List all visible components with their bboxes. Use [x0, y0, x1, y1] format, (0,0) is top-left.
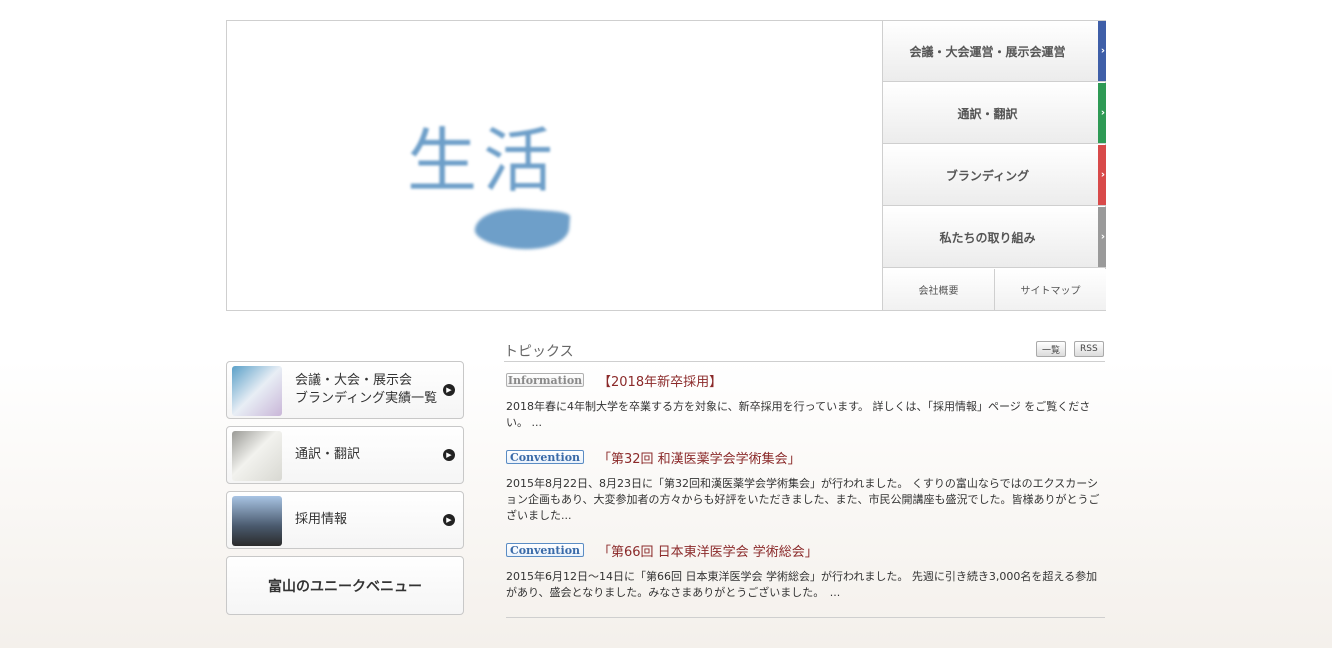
sitemap-link[interactable]: サイトマップ	[994, 269, 1106, 310]
category-badge: Convention	[506, 543, 584, 557]
play-icon: ▶	[443, 449, 455, 461]
rss-button[interactable]: RSS	[1074, 341, 1104, 357]
nav-sub-links: 会社概要 サイトマップ	[883, 269, 1106, 310]
hero-banner: 生活 会議・大会運営・展示会運営 › 通訳・翻訳 › ブランディング › 私たち…	[226, 20, 1106, 311]
translation-button[interactable]: 通訳・翻訳 ▶	[226, 426, 464, 484]
nav-item-convention[interactable]: 会議・大会運営・展示会運営 ›	[883, 21, 1106, 82]
topics-list-button[interactable]: 一覧	[1036, 341, 1067, 357]
topic-title-link[interactable]: 【2018年新卒採用】	[598, 371, 722, 390]
side-button-label: 採用情報	[295, 512, 348, 527]
topics-bottom-divider	[506, 617, 1105, 618]
main-nav: 会議・大会運営・展示会運営 › 通訳・翻訳 › ブランディング › 私たちの取り…	[882, 21, 1106, 310]
topic-body: 2015年8月22日、8月23日に「第32回和漢医薬学会学術集会」が行われました…	[506, 477, 1100, 522]
category-badge: Convention	[506, 450, 584, 464]
play-icon: ▶	[443, 384, 455, 396]
nav-item-label: 通訳・翻訳	[957, 106, 1018, 121]
chevron-right-icon: ›	[1100, 45, 1105, 57]
topic-body: 2018年春に4年制大学を卒業する方を対象に、新卒採用を行っています。 詳しくは…	[506, 400, 1091, 429]
conference-thumbnail	[232, 366, 282, 416]
chevron-right-icon: ›	[1100, 231, 1105, 243]
achievements-button[interactable]: 会議・大会・展示会 ブランディング実績一覧 ▶	[226, 361, 464, 419]
recruit-thumbnail	[232, 496, 282, 546]
category-badge: Information	[506, 373, 584, 387]
unique-venue-label: 富山のユニークベニュー	[268, 578, 422, 595]
topic-body: 2015年6月12日～14日に「第66回 日本東洋医学会 学術総会」が行われまし…	[506, 570, 1098, 599]
side-button-label: 通訳・翻訳	[295, 447, 361, 462]
nav-item-branding[interactable]: ブランディング ›	[883, 145, 1106, 206]
nav-item-initiatives[interactable]: 私たちの取り組み ›	[883, 207, 1106, 268]
chevron-right-icon: ›	[1100, 107, 1105, 119]
recruit-button[interactable]: 採用情報 ▶	[226, 491, 464, 549]
hero-kanji: 生活	[407, 120, 559, 202]
company-profile-link[interactable]: 会社概要	[883, 269, 994, 310]
play-icon: ▶	[443, 514, 455, 526]
nav-item-translation[interactable]: 通訳・翻訳 ›	[883, 83, 1106, 144]
chevron-right-icon: ›	[1100, 169, 1105, 181]
ink-drop-icon	[473, 205, 571, 253]
topic-title-link[interactable]: 「第66回 日本東洋医学会 学術総会」	[598, 541, 818, 560]
translation-thumbnail	[232, 431, 282, 481]
side-button-label: 会議・大会・展示会 ブランディング実績一覧	[295, 373, 438, 406]
nav-item-label: 会議・大会運営・展示会運営	[909, 44, 1066, 59]
hero-visual: 生活	[227, 21, 882, 310]
topics-divider	[504, 361, 1105, 362]
unique-venue-button[interactable]: 富山のユニークベニュー	[226, 556, 464, 615]
nav-item-label: ブランディング	[945, 168, 1030, 183]
topics-heading: トピックス	[504, 344, 574, 360]
topic-title-link[interactable]: 「第32回 和漢医薬学会学術集会」	[598, 448, 801, 467]
nav-item-label: 私たちの取り組み	[939, 230, 1036, 245]
